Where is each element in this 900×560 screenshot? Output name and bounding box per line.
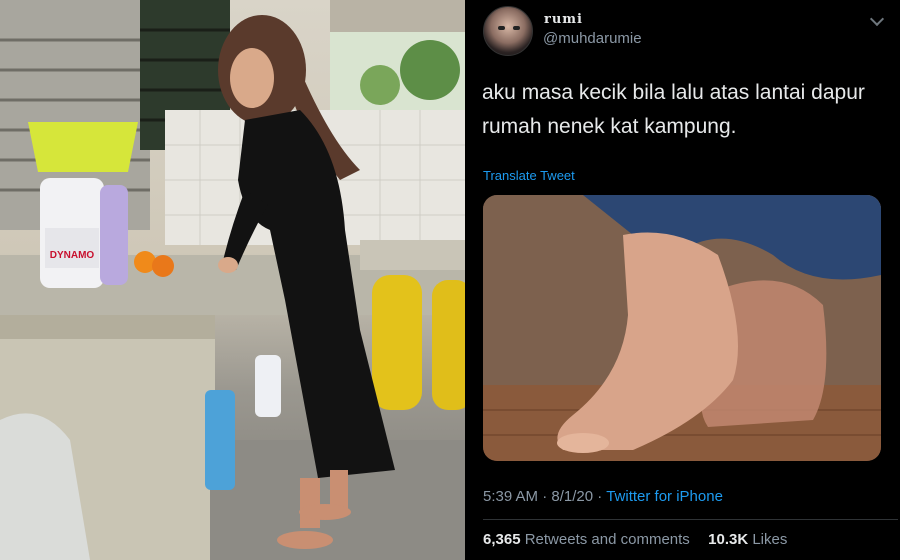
woman-face — [230, 48, 274, 108]
basket — [28, 122, 138, 172]
tweet-text-line: rumah nenek kat kampung. — [482, 115, 737, 138]
kitchen-photo-illustration: DYNAMO — [0, 0, 465, 560]
translate-tweet-link[interactable]: Translate Tweet — [483, 168, 575, 183]
tweet-meta: 5:39 AM · 8/1/20 · Twitter for iPhone — [483, 488, 723, 505]
likes-count[interactable]: 10.3K — [708, 531, 748, 548]
tweet-stats: 6,365 Retweets and comments 10.3K Likes — [483, 531, 787, 548]
likes-label[interactable]: Likes — [752, 531, 787, 548]
tweet-text-line: aku masa kecik bila lalu atas lantai dap… — [482, 81, 865, 104]
gas-cylinder — [372, 275, 422, 410]
detergent-label: DYNAMO — [50, 250, 95, 261]
tweet-media[interactable] — [483, 195, 881, 461]
user-handle[interactable]: @muhdarumie — [543, 30, 642, 47]
tweet-time[interactable]: 5:39 AM — [483, 488, 538, 505]
retweets-label[interactable]: Retweets and comments — [525, 531, 690, 548]
tweet-date[interactable]: 8/1/20 — [551, 488, 593, 505]
avatar[interactable] — [483, 6, 533, 56]
tweet-card: rumi @muhdarumie aku masa kecik bila lal… — [465, 0, 900, 560]
tweet-source-link[interactable]: Twitter for iPhone — [606, 488, 723, 505]
tweet-text: aku masa kecik bila lalu atas lantai dap… — [482, 76, 892, 144]
retweets-count[interactable]: 6,365 — [483, 531, 521, 548]
gas-cylinder — [432, 280, 465, 410]
divider — [483, 519, 898, 520]
meta-separator: · — [542, 488, 548, 505]
tiptoe-feet-photo — [483, 195, 881, 461]
chevron-down-icon[interactable] — [869, 11, 885, 27]
meta-separator: · — [597, 488, 603, 505]
kitchen-photo: DYNAMO — [0, 0, 465, 560]
display-name[interactable]: rumi — [544, 12, 583, 27]
woman-feet — [277, 531, 333, 549]
